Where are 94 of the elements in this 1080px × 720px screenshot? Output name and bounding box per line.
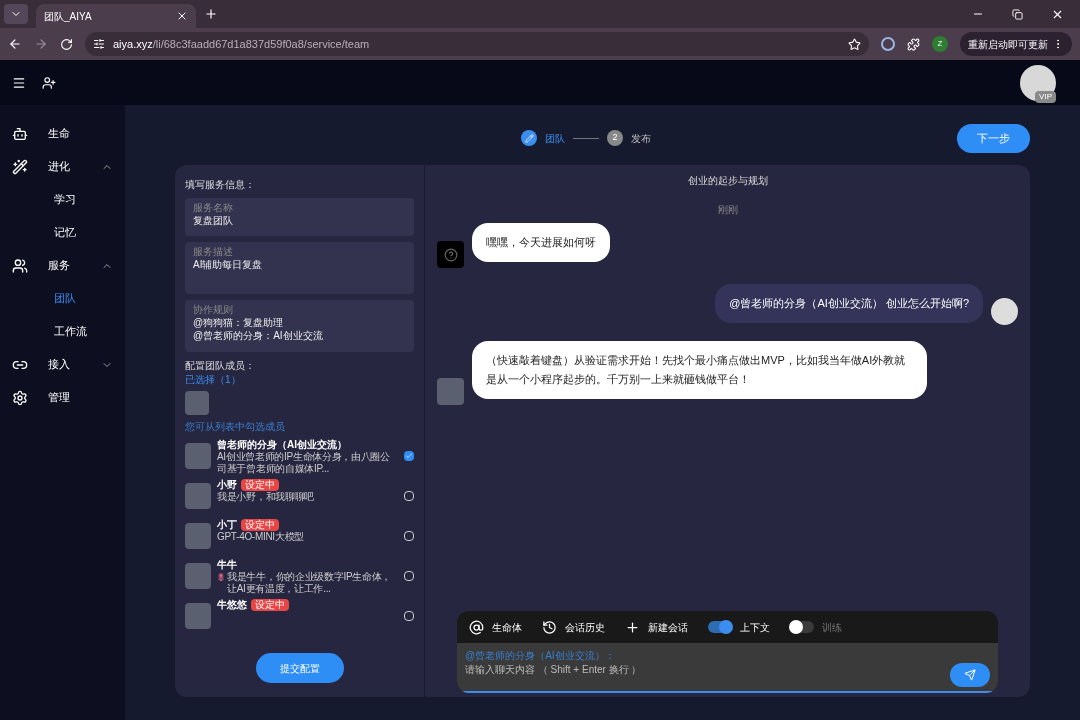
- status-tag: 设定中: [241, 518, 279, 531]
- chat-input[interactable]: @曾老师的分身（AI创业交流）： 请输入聊天内容 （ Shift + Enter 换行 ）: [457, 643, 998, 693]
- send-button[interactable]: [950, 663, 990, 687]
- checkbox[interactable]: [404, 451, 414, 461]
- url-text: aiya.xyz/li/68c3faadd67d1a837d59f0a8/service/team: [113, 36, 371, 52]
- toolbar-button[interactable]: 新建会话: [625, 619, 688, 635]
- site-settings-icon[interactable]: [93, 38, 105, 50]
- hint-text: 您可从列表中勾选成员: [185, 420, 286, 434]
- chat-title: 创业的起步与规划: [686, 174, 769, 188]
- toggle-label: 训练: [822, 620, 842, 635]
- message-bubble: @曾老师的分身（AI创业交流） 创业怎么开始啊?: [715, 284, 983, 323]
- history-icon: [542, 619, 557, 635]
- form-field[interactable]: 服务名称 复盘团队: [185, 198, 414, 236]
- step: 2 发布: [607, 130, 651, 146]
- unknown-avatar: [437, 241, 464, 268]
- status-tag: 设定中: [251, 598, 289, 611]
- menu-icon[interactable]: [12, 75, 26, 90]
- member-name: 牛悠悠: [217, 598, 247, 611]
- member-row[interactable]: 小丁 设定中 GPT-4O-MINI大模型: [185, 516, 414, 556]
- toggle-label: 上下文: [740, 620, 770, 635]
- tab-list-button[interactable]: [4, 4, 28, 24]
- restore-icon[interactable]: [1012, 8, 1023, 20]
- extensions-icon[interactable]: [907, 37, 920, 51]
- flower-icon: [217, 573, 225, 581]
- members-heading: 配置团队成员：: [185, 359, 256, 373]
- mention-label: @曾老师的分身（AI创业交流）：: [465, 649, 616, 662]
- member-description: 我是小野，和我聊聊吧: [217, 491, 314, 503]
- checkbox[interactable]: [404, 531, 414, 541]
- vip-badge: VIP: [1035, 90, 1056, 103]
- sidebar-subitem[interactable]: 工作流: [0, 315, 125, 348]
- wand-icon: [12, 158, 28, 175]
- member-name: 小野: [217, 478, 237, 491]
- avatar-photo: [185, 483, 211, 509]
- message-bubble: 嘿嘿，今天进展如何呀: [472, 223, 610, 262]
- input-placeholder: 请输入聊天内容 （ Shift + Enter 换行 ）: [465, 663, 643, 677]
- message-time: 刚刚: [716, 203, 739, 217]
- member-row[interactable]: 牛悠悠 设定中: [185, 596, 414, 636]
- toolbar-button[interactable]: 生命体: [469, 619, 522, 635]
- member-row[interactable]: 小野 设定中 我是小野，和我聊聊吧: [185, 476, 414, 516]
- update-button[interactable]: 重新启动即可更新: [960, 32, 1072, 56]
- checkbox[interactable]: [404, 491, 414, 501]
- send-icon: [964, 669, 976, 681]
- address-bar[interactable]: aiya.xyz/li/68c3faadd67d1a837d59f0a8/service/team: [85, 32, 869, 56]
- new-tab-icon[interactable]: [204, 7, 218, 21]
- avatar-photo: [185, 563, 211, 589]
- forward-icon[interactable]: [34, 37, 48, 51]
- avatar-photo: [185, 603, 211, 629]
- member-description: 我是牛牛，你的企业级数字IP生命体，让AI更有温度，让工作...: [227, 571, 393, 595]
- sidebar-item[interactable]: 接入: [0, 348, 125, 381]
- users-icon: [12, 257, 28, 274]
- sidebar-subitem[interactable]: 学习: [0, 183, 125, 216]
- extension-icon[interactable]: [881, 37, 895, 51]
- sidebar-item[interactable]: 进化: [0, 150, 125, 183]
- checkbox[interactable]: [404, 611, 414, 621]
- toggle-switch[interactable]: [790, 621, 814, 633]
- profile-avatar[interactable]: Z: [932, 36, 948, 52]
- robot-icon: [12, 125, 28, 142]
- back-icon[interactable]: [8, 37, 22, 51]
- avatar-photo: [437, 378, 464, 405]
- sidebar-item[interactable]: 管理: [0, 381, 125, 414]
- member-row[interactable]: 曾老师的分身（AI创业交流） AI创业曾老师的IP生命体分身，由八圈公司基于曾老师的自媒体IP...: [185, 436, 414, 476]
- message-bubble: （快速敲着键盘）从验证需求开始！先找个最小痛点做出MVP，比如我当年做AI外教就是从一个小程序起步的。千万别一上来就砸钱做平台！: [472, 341, 927, 399]
- avatar-photo: [185, 391, 209, 415]
- checkbox[interactable]: [404, 571, 414, 581]
- avatar-photo: [185, 523, 211, 549]
- sidebar-item[interactable]: 服务: [0, 249, 125, 282]
- member-name: 小丁: [217, 518, 237, 531]
- form-heading: 填写服务信息：: [185, 178, 256, 192]
- form-field[interactable]: 协作规则 @狗狗猫：复盘助理 @曾老师的分身：AI创业交流: [185, 300, 414, 352]
- sidebar-subitem[interactable]: 团队: [0, 282, 125, 315]
- selected-count: 已选择（1）: [185, 373, 242, 387]
- sidebar-subitem[interactable]: 记忆: [0, 216, 125, 249]
- close-icon[interactable]: [176, 10, 188, 22]
- bookmark-star-icon[interactable]: [848, 37, 861, 51]
- sidebar-item[interactable]: 生命: [0, 117, 125, 150]
- member-row[interactable]: 牛牛 我是牛牛，你的企业级数字IP生命体，让AI更有温度，让工作...: [185, 556, 414, 596]
- toggle-switch[interactable]: [708, 621, 732, 633]
- form-field[interactable]: 服务描述 AI辅助每日复盘: [185, 242, 414, 294]
- step: 团队: [521, 130, 565, 146]
- status-tag: 设定中: [241, 478, 279, 491]
- toolbar-button[interactable]: 会话历史: [542, 619, 605, 635]
- member-description: AI创业曾老师的IP生命体分身，由八圈公司基于曾老师的自媒体IP...: [217, 451, 391, 475]
- user-add-icon[interactable]: [42, 75, 56, 90]
- reload-icon[interactable]: [60, 37, 73, 51]
- pencil-icon: [524, 133, 534, 143]
- settings-icon: [12, 389, 28, 406]
- member-description: GPT-4O-MINI大模型: [217, 531, 304, 543]
- member-name: 曾老师的分身（AI创业交流）: [217, 438, 347, 451]
- user-avatar: [991, 298, 1018, 325]
- at-sign-icon: [469, 619, 484, 635]
- avatar-photo: [185, 443, 211, 469]
- member-name: 牛牛: [217, 558, 237, 571]
- browser-tab[interactable]: 团队_AIYA: [36, 4, 196, 28]
- plus-icon: [625, 619, 640, 635]
